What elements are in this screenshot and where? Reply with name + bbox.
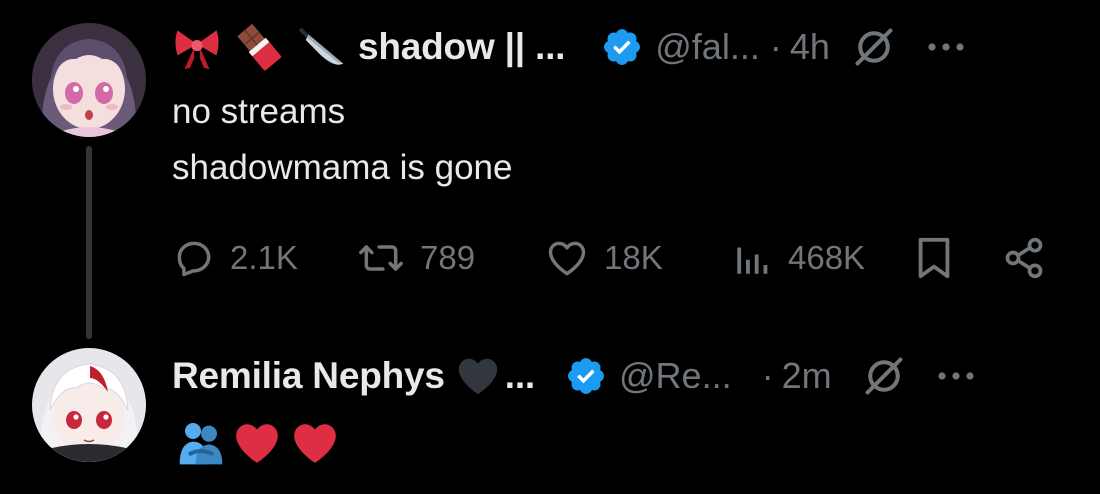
people-hugging-emoji bbox=[176, 419, 226, 467]
tweet-text: no streams shadowmama is gone bbox=[172, 92, 513, 187]
avatar[interactable] bbox=[32, 348, 146, 462]
tweet[interactable]: Remilia Nephys ... @Re... · 2m bbox=[0, 330, 1100, 494]
reply-icon bbox=[177, 241, 211, 277]
handle[interactable]: @Re... bbox=[619, 355, 732, 397]
ribbon-emoji bbox=[172, 22, 222, 72]
display-name[interactable]: Remilia Nephys bbox=[172, 355, 445, 397]
tweet-actions: 2.1K 789 18K 468K bbox=[172, 230, 1052, 286]
separator-dot: · bbox=[761, 355, 774, 396]
separator-dot: · bbox=[769, 26, 782, 67]
kitchen-knife-emoji bbox=[296, 22, 346, 72]
reply-button[interactable]: 2.1K bbox=[172, 230, 298, 286]
timestamp[interactable]: 2m bbox=[782, 355, 832, 397]
view-count: 468K bbox=[788, 239, 866, 276]
more-options-icon[interactable] bbox=[926, 41, 966, 53]
verified-badge-icon[interactable] bbox=[565, 355, 607, 397]
verified-badge-icon[interactable] bbox=[601, 26, 643, 68]
bookmark-icon bbox=[918, 237, 950, 279]
grok-icon[interactable] bbox=[852, 25, 896, 69]
tweet[interactable]: shadow || ... @fal... · 4h no streams sh… bbox=[0, 0, 1100, 339]
avatar[interactable] bbox=[32, 23, 146, 137]
like-button[interactable]: 18K bbox=[544, 230, 663, 286]
share-button[interactable] bbox=[1002, 230, 1046, 286]
red-heart-emoji bbox=[288, 418, 342, 468]
more-options-icon[interactable] bbox=[936, 370, 976, 382]
like-count: 18K bbox=[604, 239, 663, 276]
timestamp[interactable]: 4h bbox=[790, 26, 830, 68]
display-name[interactable]: shadow || ... bbox=[358, 26, 565, 68]
tweet-header: Remilia Nephys ... @Re... · 2m bbox=[172, 346, 976, 406]
repost-count: 789 bbox=[420, 239, 476, 276]
views-bar-chart-icon bbox=[737, 247, 768, 274]
bookmark-button[interactable] bbox=[914, 230, 954, 286]
views-button[interactable]: 468K bbox=[732, 230, 865, 286]
share-icon bbox=[1005, 237, 1043, 279]
red-heart-emoji bbox=[230, 418, 284, 468]
repost-button[interactable]: 789 bbox=[356, 230, 475, 286]
black-heart-emoji bbox=[455, 353, 501, 399]
display-name-truncation: ... bbox=[504, 355, 535, 396]
handle[interactable]: @fal... bbox=[655, 26, 760, 68]
repost-icon bbox=[359, 245, 403, 271]
chocolate-bar-emoji bbox=[234, 22, 284, 72]
tweet-text bbox=[176, 418, 342, 468]
reply-count: 2.1K bbox=[230, 239, 298, 276]
grok-icon[interactable] bbox=[862, 354, 906, 398]
thread-connector-line bbox=[86, 146, 92, 339]
tweet-header: shadow || ... @fal... · 4h bbox=[172, 17, 966, 77]
heart-icon bbox=[548, 241, 586, 276]
